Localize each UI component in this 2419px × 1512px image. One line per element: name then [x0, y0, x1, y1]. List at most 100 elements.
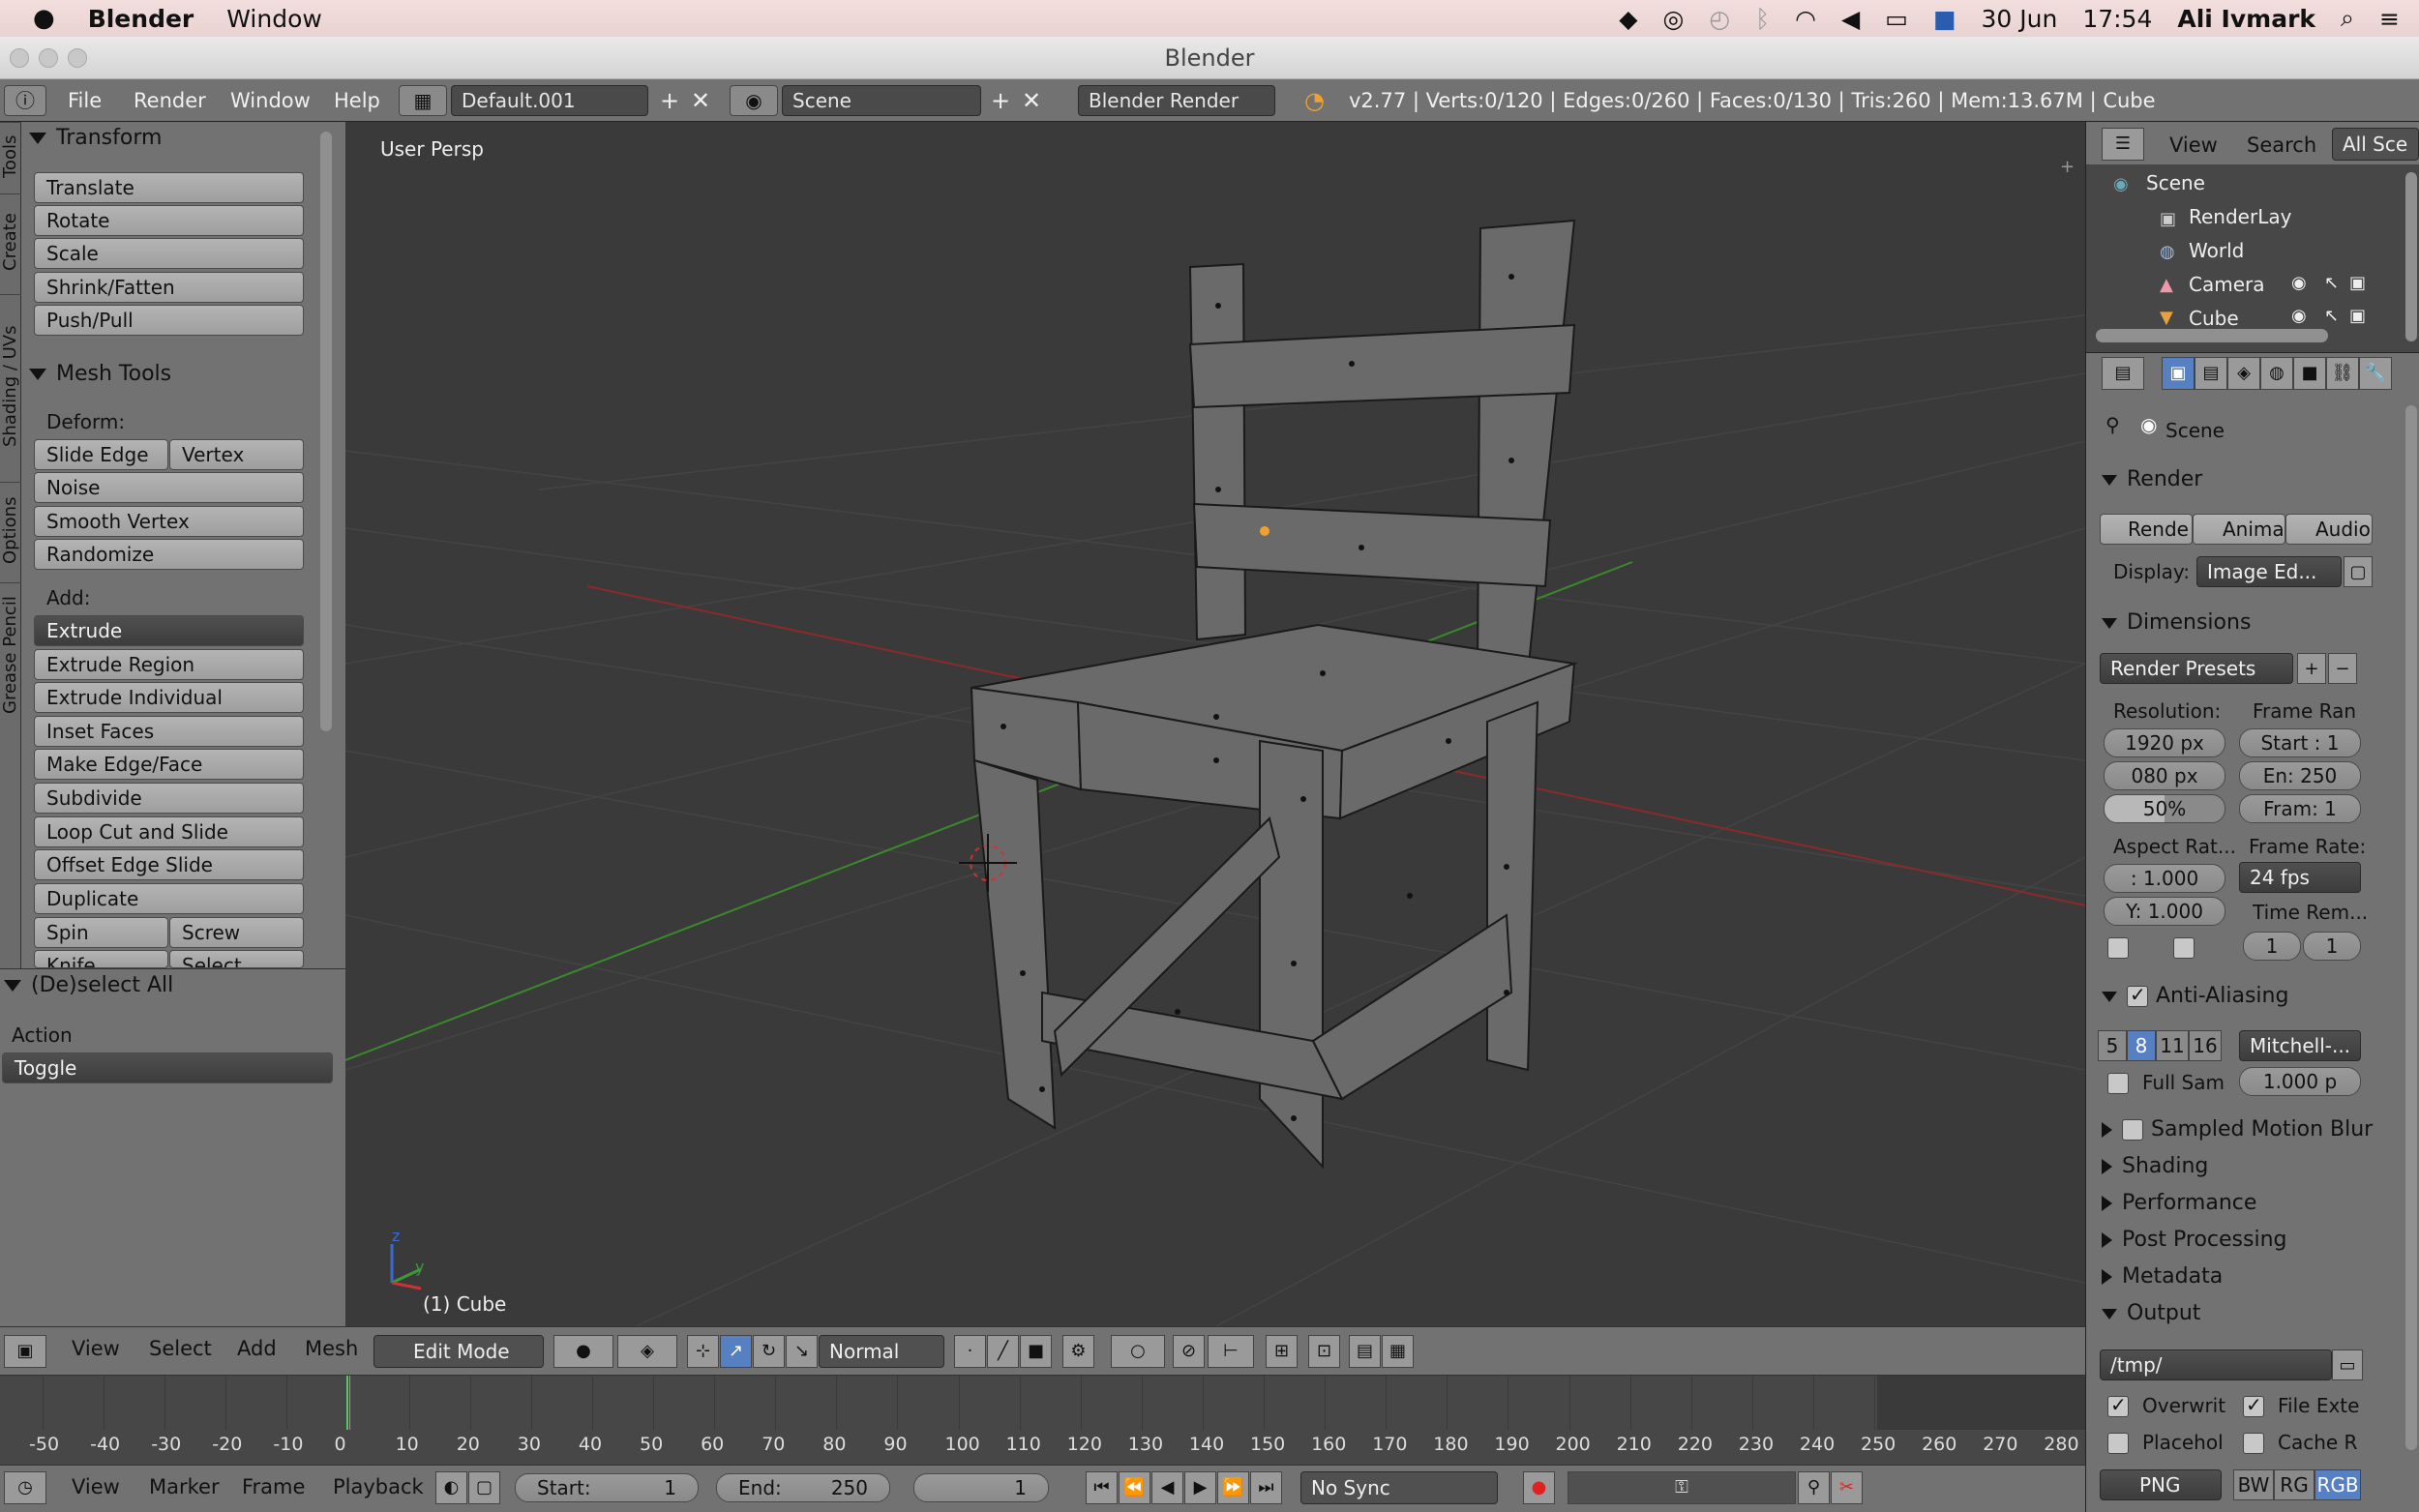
- insert-keyframe-icon[interactable]: ⚲: [1798, 1471, 1830, 1504]
- metadata-panel-header[interactable]: Metadata: [2102, 1264, 2223, 1289]
- sync-icon[interactable]: ◎: [1663, 5, 1685, 33]
- screen-layout-icon[interactable]: ▦: [399, 85, 447, 116]
- pivot-point-icon[interactable]: ◈: [617, 1335, 677, 1368]
- tab-shading-uvs[interactable]: Shading / UVs: [0, 294, 21, 478]
- file-extensions-checkbox[interactable]: [2243, 1393, 2264, 1417]
- frame-rate-select[interactable]: 24 fps: [2239, 862, 2361, 893]
- timeline[interactable]: -50 -40 -30 -20 -10 0 10 20 30 40 50 60 70 80 90 100 110…: [0, 1376, 2085, 1465]
- edge-select-icon[interactable]: ╱: [987, 1335, 1019, 1368]
- info-editor-type-icon[interactable]: ⓘ: [4, 85, 46, 116]
- volume-icon[interactable]: ◀: [1841, 5, 1860, 33]
- knife-select-button[interactable]: Select: [169, 950, 304, 968]
- manipulator-toggle-icon[interactable]: ⊹: [687, 1335, 719, 1368]
- bluetooth-icon[interactable]: ᛒ: [1755, 5, 1770, 33]
- preview-range-icon[interactable]: ◐: [435, 1471, 467, 1504]
- time-machine-icon[interactable]: ◴: [1709, 5, 1730, 33]
- timeline-menu-view[interactable]: View: [72, 1475, 120, 1498]
- cube-select-cursor-icon[interactable]: ↖: [2324, 306, 2339, 326]
- loop-cut-slide-button[interactable]: Loop Cut and Slide: [34, 816, 304, 847]
- cube-visibility-eye-icon[interactable]: ◉: [2291, 306, 2307, 326]
- add-screen-icon[interactable]: +: [660, 85, 679, 116]
- menubar-user[interactable]: Ali Ivmark: [2177, 5, 2315, 33]
- menu-window[interactable]: Window: [230, 85, 311, 116]
- placeholders-checkbox[interactable]: [2107, 1433, 2129, 1454]
- push-pull-button[interactable]: Push/Pull: [34, 305, 304, 336]
- make-edge-face-button[interactable]: Make Edge/Face: [34, 749, 304, 780]
- outliner-row-scene[interactable]: Scene: [2086, 166, 2405, 200]
- file-format-select[interactable]: PNG: [2100, 1469, 2222, 1500]
- delete-keyframe-icon[interactable]: ✂: [1831, 1471, 1863, 1504]
- mesh-tools-panel-header[interactable]: Mesh Tools: [29, 358, 171, 391]
- transform-orientation-select[interactable]: Normal: [819, 1335, 944, 1368]
- render-panel-header[interactable]: Render: [2102, 467, 2202, 491]
- overwrite-checkbox[interactable]: [2107, 1393, 2129, 1417]
- performance-panel-header[interactable]: Performance: [2102, 1191, 2256, 1215]
- notification-icon[interactable]: ≡: [2379, 5, 2400, 33]
- snap-toggle-icon[interactable]: ⊘: [1173, 1335, 1205, 1368]
- remove-preset-icon[interactable]: −: [2328, 653, 2357, 684]
- color-mode-rgb-short[interactable]: RG: [2274, 1469, 2314, 1500]
- frame-end-field[interactable]: En: 250: [2239, 761, 2361, 790]
- translate-button[interactable]: Translate: [34, 172, 304, 203]
- record-icon[interactable]: ●: [1523, 1471, 1555, 1504]
- inset-faces-button[interactable]: Inset Faces: [34, 716, 304, 747]
- slide-edge-button[interactable]: Slide Edge: [34, 439, 168, 470]
- timeline-editor-type-icon[interactable]: ◷: [4, 1471, 46, 1504]
- snap-element-icon[interactable]: ⊢: [1208, 1335, 1254, 1368]
- action-select[interactable]: Toggle: [2, 1052, 333, 1083]
- vertex-select-icon[interactable]: ·: [954, 1335, 986, 1368]
- tool-shelf-scrollbar[interactable]: [320, 132, 332, 731]
- border-checkbox[interactable]: [2107, 937, 2129, 959]
- scene-icon[interactable]: ◉: [730, 85, 778, 116]
- antialiasing-checkbox[interactable]: [2127, 983, 2148, 1007]
- flag-icon[interactable]: ■: [1933, 5, 1956, 33]
- outliner-row-world[interactable]: World: [2086, 234, 2405, 268]
- antialiasing-panel-header[interactable]: Anti-Aliasing: [2102, 983, 2288, 1008]
- resolution-x-field[interactable]: 1920 px: [2104, 728, 2225, 757]
- remove-screen-icon[interactable]: ✕: [691, 85, 710, 116]
- aa-samples-11[interactable]: 11: [2156, 1030, 2189, 1061]
- noise-button[interactable]: Noise: [34, 472, 304, 503]
- camera-select-cursor-icon[interactable]: ↖: [2324, 273, 2339, 293]
- cache-result-checkbox[interactable]: [2243, 1433, 2264, 1454]
- aa-filter-size-field[interactable]: 1.000 p: [2239, 1067, 2361, 1096]
- mode-select[interactable]: Edit Mode: [373, 1335, 544, 1368]
- aa-samples-5[interactable]: 5: [2098, 1030, 2127, 1061]
- randomize-button[interactable]: Randomize: [34, 539, 304, 570]
- offset-edge-slide-button[interactable]: Offset Edge Slide: [34, 849, 304, 880]
- view3d-menu-view[interactable]: View: [72, 1337, 120, 1360]
- view3d-menu-add[interactable]: Add: [237, 1337, 277, 1360]
- scene-tab-icon[interactable]: ◈: [2227, 357, 2260, 390]
- full-sample-checkbox[interactable]: [2107, 1073, 2129, 1094]
- minimize-window-button[interactable]: [39, 48, 58, 68]
- subdivide-button[interactable]: Subdivide: [34, 783, 304, 814]
- face-select-icon[interactable]: ■: [1020, 1335, 1052, 1368]
- start-frame-field[interactable]: Start: 1: [515, 1473, 699, 1502]
- jump-keyframe-forward-icon[interactable]: ⏩: [1217, 1471, 1249, 1504]
- render-layers-tab-icon[interactable]: ▤: [2195, 357, 2227, 390]
- add-preset-icon[interactable]: +: [2297, 653, 2326, 684]
- tab-tools[interactable]: Tools: [0, 122, 21, 190]
- camera-render-icon[interactable]: ▤: [1349, 1335, 1381, 1368]
- lock-interface-icon[interactable]: ▢: [2344, 556, 2373, 587]
- menu-render[interactable]: Render: [134, 85, 206, 116]
- aspect-x-field[interactable]: : 1.000: [2104, 864, 2225, 893]
- view3d-menu-mesh[interactable]: Mesh: [305, 1337, 358, 1360]
- menubar-window[interactable]: Window: [226, 5, 322, 33]
- object-tab-icon[interactable]: ■: [2293, 357, 2326, 390]
- transform-panel-header[interactable]: Transform: [29, 122, 162, 155]
- outliner-scrollbar[interactable]: [2405, 172, 2417, 341]
- render-audio-button[interactable]: Audio: [2285, 514, 2373, 545]
- output-path-field[interactable]: /tmp/: [2100, 1349, 2332, 1380]
- rotate-manipulator-icon[interactable]: ↻: [753, 1335, 785, 1368]
- outliner-filter-select[interactable]: All Sce: [2332, 128, 2419, 161]
- menu-help[interactable]: Help: [334, 85, 380, 116]
- aa-samples-16[interactable]: 16: [2189, 1030, 2222, 1061]
- camera-visibility-eye-icon[interactable]: ◉: [2291, 273, 2307, 293]
- time-remap-old-field[interactable]: 1: [2243, 932, 2301, 961]
- resolution-percentage-field[interactable]: 50%: [2104, 794, 2225, 823]
- translate-manipulator-icon[interactable]: ↗: [720, 1335, 752, 1368]
- operator-panel-header[interactable]: (De)select All: [4, 969, 173, 1002]
- proportional-edit-icon[interactable]: ○: [1111, 1335, 1165, 1368]
- snap-target-icon[interactable]: ⊞: [1266, 1335, 1298, 1368]
